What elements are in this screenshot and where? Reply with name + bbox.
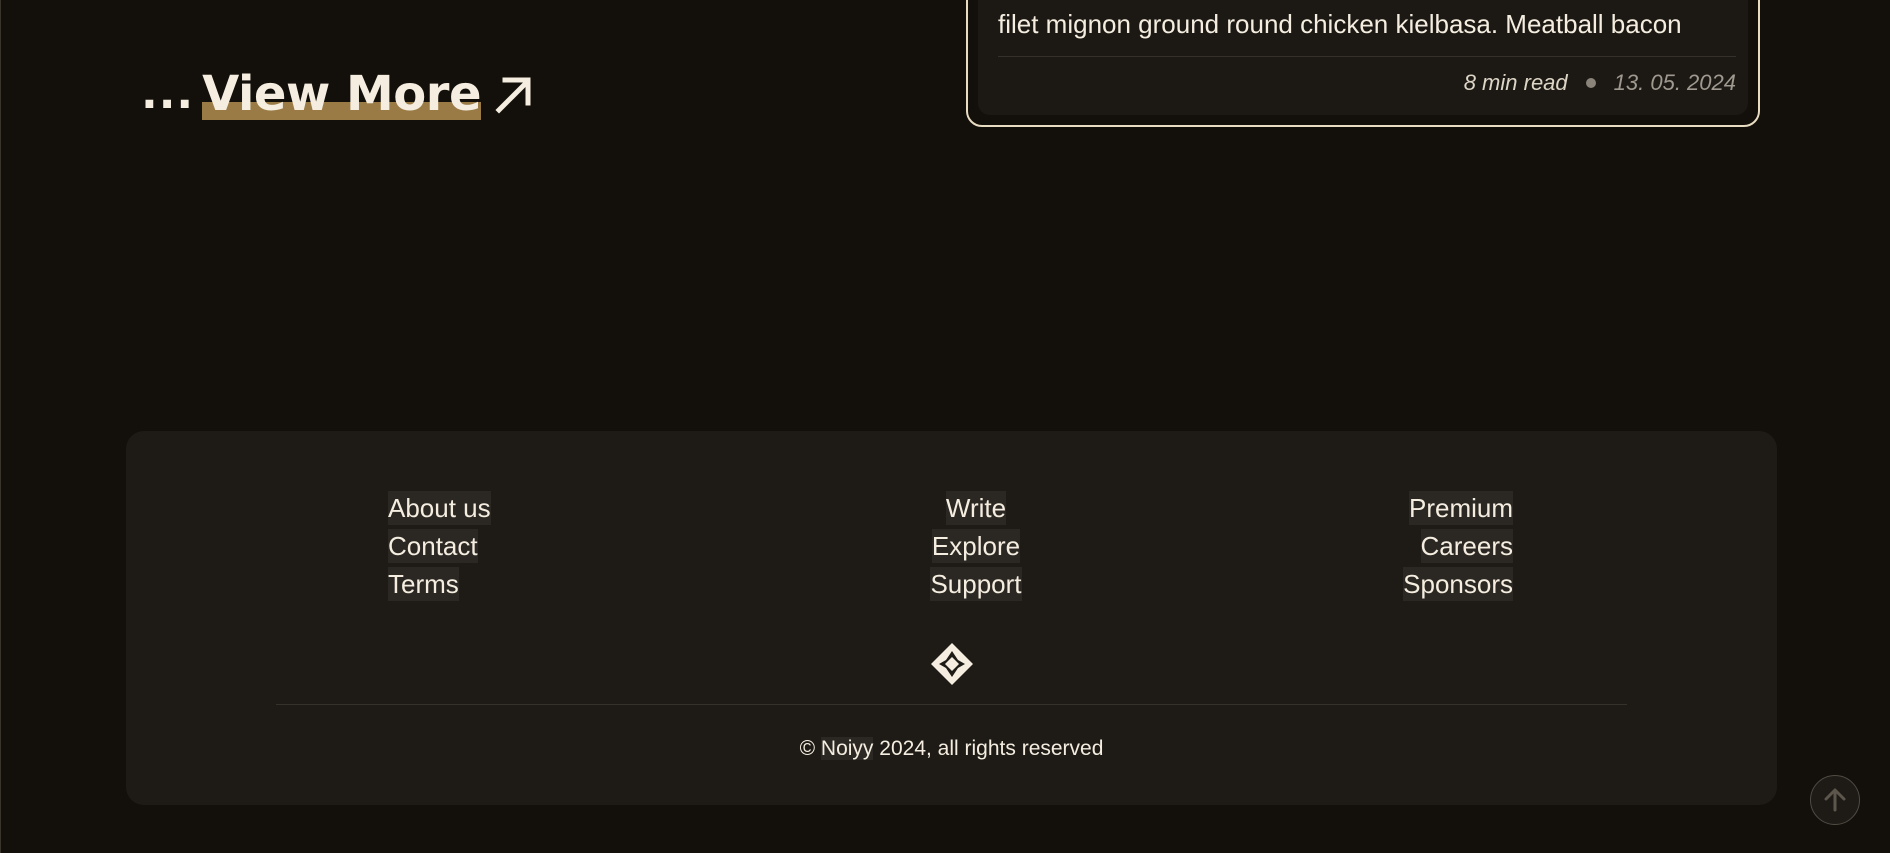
footer-divider: [276, 704, 1627, 705]
copyright-symbol: ©: [799, 737, 816, 760]
footer-link-careers[interactable]: Careers: [1420, 529, 1513, 563]
card-divider: [998, 56, 1736, 57]
article-card-inner: filet mignon ground round chicken kielba…: [978, 0, 1748, 115]
brand-name: Noiyy: [820, 737, 874, 760]
article-card[interactable]: filet mignon ground round chicken kielba…: [966, 0, 1760, 127]
scroll-to-top-button[interactable]: [1810, 775, 1860, 825]
ellipsis: ...: [141, 68, 195, 119]
footer-link-premium[interactable]: Premium: [1408, 491, 1513, 525]
meta-separator-dot: [1585, 78, 1596, 88]
article-excerpt: filet mignon ground round chicken kielba…: [998, 9, 1682, 39]
page: ... View More filet mignon ground round …: [0, 0, 1890, 853]
footer-link-sponsors[interactable]: Sponsors: [1403, 567, 1513, 601]
site-footer: About us Contact Terms Write Explore Sup…: [126, 431, 1777, 805]
copyright-rest: 2024, all rights reserved: [879, 737, 1104, 760]
read-time: 8 min read: [1463, 70, 1568, 95]
footer-link-write[interactable]: Write: [945, 491, 1007, 525]
footer-link-about-us[interactable]: About us: [388, 491, 491, 525]
arrow-up-circle-icon: [1824, 788, 1846, 812]
footer-column-1: About us Contact Terms: [388, 491, 491, 601]
view-more-link[interactable]: ... View More: [141, 64, 535, 124]
diamond-logo-icon[interactable]: [931, 643, 973, 685]
footer-link-explore[interactable]: Explore: [931, 529, 1021, 563]
footer-link-support[interactable]: Support: [930, 567, 1022, 601]
footer-link-contact[interactable]: Contact: [388, 529, 478, 563]
view-more-label: View More: [202, 66, 481, 122]
arrow-up-right-icon: [495, 77, 531, 114]
article-meta: 8 min read 13. 05. 2024: [1464, 70, 1736, 96]
publish-date: 13. 05. 2024: [1613, 70, 1736, 95]
footer-column-3: Premium Careers Sponsors: [1403, 491, 1513, 601]
footer-column-2: Write Explore Support: [901, 491, 1051, 601]
footer-link-terms[interactable]: Terms: [388, 567, 459, 601]
copyright-text: © Noiyy 2024, all rights reserved: [126, 737, 1777, 761]
